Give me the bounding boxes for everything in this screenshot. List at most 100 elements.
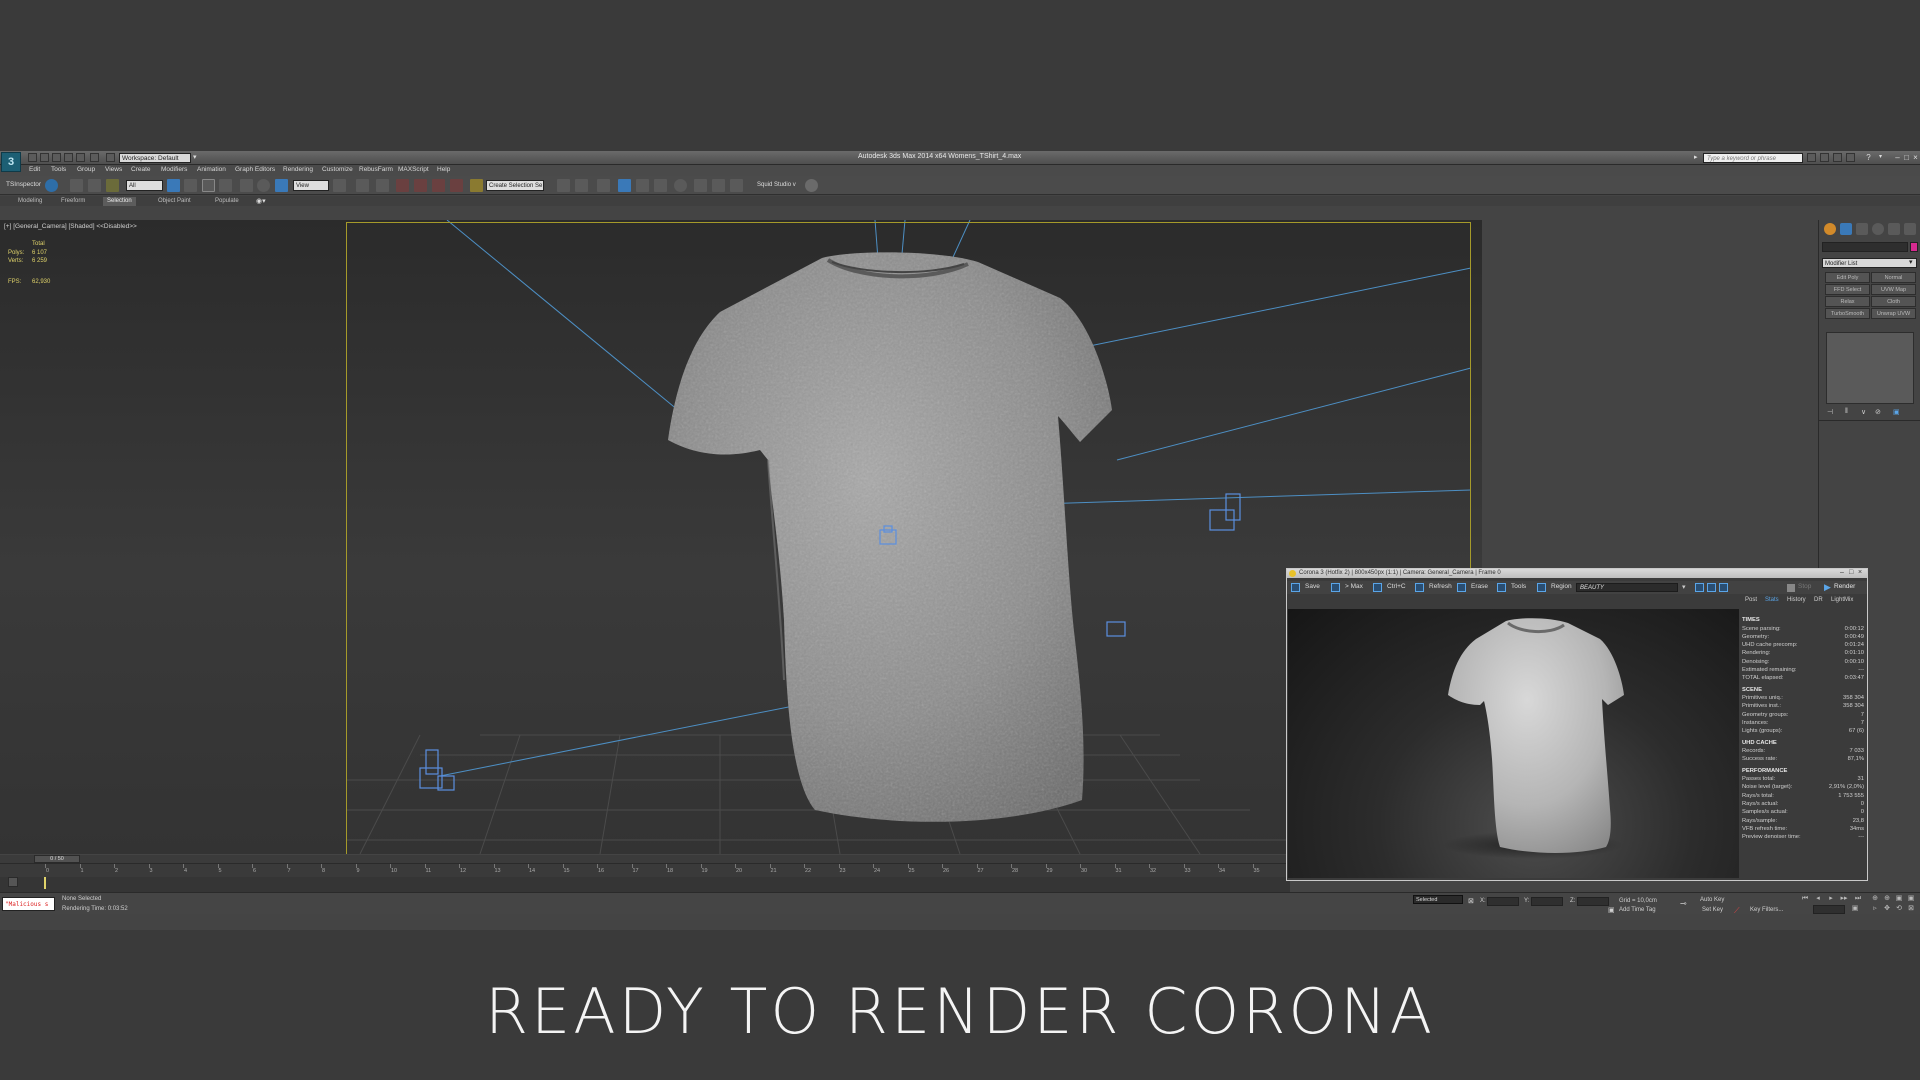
vfb-tab-stats[interactable]: Stats	[1765, 597, 1779, 603]
search-binoculars-icon[interactable]	[1807, 153, 1816, 162]
vfb-tab-dr[interactable]: DR	[1814, 597, 1823, 603]
subscription-icon[interactable]	[1820, 153, 1829, 162]
new-scene-icon[interactable]	[28, 153, 37, 162]
material-editor-icon[interactable]	[674, 179, 687, 192]
modifier-normal-button[interactable]: Normal	[1871, 272, 1916, 283]
motion-tab-icon[interactable]	[1872, 223, 1884, 235]
key-mode-icon[interactable]: ⊸	[1680, 899, 1687, 908]
menu-rebusfarm[interactable]: RebusFarm	[359, 166, 393, 173]
x-coord-field[interactable]	[1487, 897, 1519, 906]
modifier-relax-button[interactable]: Relax	[1825, 296, 1870, 307]
selection-filter-dropdown[interactable]: All	[126, 180, 163, 191]
vfb-tools-icon[interactable]	[1497, 583, 1506, 592]
vfb-save-button[interactable]: Save	[1305, 583, 1320, 590]
menu-customize[interactable]: Customize	[322, 166, 353, 173]
bind-space-warp-icon[interactable]	[106, 179, 119, 192]
create-tab-icon[interactable]	[1824, 223, 1836, 235]
rectangle-selection-icon[interactable]	[202, 179, 215, 192]
modifier-unwrap-uvw-button[interactable]: Unwrap UVW	[1871, 308, 1916, 319]
app-logo-icon[interactable]: 3	[1, 152, 21, 172]
tsinspector-label[interactable]: TSInspector	[6, 181, 41, 188]
set-key-button[interactable]: Set Key	[1702, 907, 1723, 913]
render-production-icon[interactable]	[730, 179, 743, 192]
zoom-extents-all-icon[interactable]: ▣	[1906, 895, 1916, 903]
z-coord-field[interactable]	[1577, 897, 1609, 906]
set-keys-icon[interactable]: ⟋	[1734, 906, 1740, 916]
select-by-name-icon[interactable]	[184, 179, 197, 192]
minimize-icon[interactable]: –	[1893, 153, 1902, 162]
pan-icon[interactable]: ✥	[1882, 905, 1892, 913]
menu-animation[interactable]: Animation	[197, 166, 226, 173]
modify-tab-icon[interactable]	[1840, 223, 1852, 235]
schematic-view-icon[interactable]	[654, 179, 667, 192]
ribbon-tab-freeform[interactable]: Freeform	[57, 197, 89, 206]
time-slider-thumb[interactable]: 0 / 50	[34, 855, 80, 863]
next-frame-icon[interactable]: ▸▸	[1839, 895, 1849, 903]
vfb-save-icon[interactable]	[1291, 583, 1300, 592]
rendered-frame-window-icon[interactable]	[712, 179, 725, 192]
ribbon-tab-populate[interactable]: Populate	[211, 197, 243, 206]
render-pass-dropdown[interactable]: BEAUTY	[1576, 583, 1678, 592]
timeline-ruler[interactable]: 0 1 2 3 4 5 6 7 8 9 10 11 12 13 14 15 16 17 18 19 20 21 22 23 24…	[0, 863, 1290, 877]
vfb-region-button[interactable]: Region	[1551, 583, 1572, 590]
close-icon[interactable]: ×	[1911, 153, 1920, 162]
field-of-view-icon[interactable]: ▹	[1870, 905, 1880, 913]
modifier-edit-poly-button[interactable]: Edit Poly	[1825, 272, 1870, 283]
vfb-tools-button[interactable]: Tools	[1511, 583, 1526, 590]
layer-manager-icon[interactable]	[597, 179, 610, 192]
angle-snap-icon[interactable]	[414, 179, 427, 192]
key-filters-button[interactable]: Key Filters...	[1750, 907, 1783, 913]
vfb-zoom-in-icon[interactable]	[1695, 583, 1704, 592]
squid-studio-icon[interactable]	[805, 179, 818, 192]
viewport-label-menu[interactable]: [+] [General_Camera] [Shaded] <<Disabled…	[4, 223, 137, 230]
vfb-title-bar[interactable]: Corona 3 (Hotfix 2) | 800x450px (1:1) | …	[1287, 569, 1867, 578]
help-icon[interactable]: ?	[1864, 153, 1873, 162]
graphite-toggle-icon[interactable]	[618, 179, 631, 192]
vfb-region-icon[interactable]	[1537, 583, 1546, 592]
camera-viewport[interactable]: [+] [General_Camera] [Shaded] <<Disabled…	[0, 220, 1482, 854]
utilities-tab-icon[interactable]	[1904, 223, 1916, 235]
save-file-icon[interactable]	[52, 153, 61, 162]
vfb-stop-button[interactable]: Stop	[1798, 583, 1811, 590]
menu-graph-editors[interactable]: Graph Editors	[235, 166, 275, 173]
project-folder-icon[interactable]	[90, 153, 99, 162]
modifier-list-chevron-down-icon[interactable]: ▾	[1909, 258, 1913, 266]
menu-maxscript[interactable]: MAXScript	[398, 166, 429, 173]
track-bar-mini-curve-icon[interactable]	[8, 877, 18, 887]
edit-named-selection-icon[interactable]	[470, 179, 483, 192]
select-object-icon[interactable]	[167, 179, 180, 192]
goto-start-icon[interactable]: ⏮	[1800, 895, 1810, 903]
vfb-refresh-button[interactable]: Refresh	[1429, 583, 1452, 590]
ribbon-tab-selection[interactable]: Selection	[103, 197, 136, 206]
display-tab-icon[interactable]	[1888, 223, 1900, 235]
mirror-icon[interactable]	[557, 179, 570, 192]
menu-rendering[interactable]: Rendering	[283, 166, 313, 173]
remove-modifier-icon[interactable]: ⊘	[1875, 408, 1881, 416]
squid-studio-menu[interactable]: Squid Studio v	[757, 182, 796, 188]
vfb-copy-icon[interactable]	[1373, 583, 1382, 592]
object-color-swatch[interactable]	[1910, 242, 1918, 252]
spinner-snap-icon[interactable]	[450, 179, 463, 192]
maximize-icon[interactable]: □	[1902, 153, 1911, 162]
rotate-icon[interactable]	[257, 179, 270, 192]
vfb-tab-history[interactable]: History	[1787, 597, 1806, 603]
current-frame-field[interactable]	[1813, 905, 1845, 914]
time-slider[interactable]: 0 / 50	[0, 855, 1290, 863]
tsinspector-icon[interactable]	[45, 179, 58, 192]
track-bar[interactable]	[0, 877, 1290, 893]
time-tag-icon[interactable]: ▣	[1608, 906, 1615, 914]
maximize-viewport-icon[interactable]: ⊠	[1906, 905, 1916, 913]
undo-icon[interactable]	[64, 153, 73, 162]
menu-group[interactable]: Group	[77, 166, 95, 173]
menu-create[interactable]: Create	[131, 166, 151, 173]
modifier-uvw-map-button[interactable]: UVW Map	[1871, 284, 1916, 295]
absolute-mode-icon[interactable]: ⊠	[1468, 897, 1474, 905]
goto-end-icon[interactable]: ⏭	[1853, 895, 1863, 903]
snaps-toggle-icon[interactable]	[396, 179, 409, 192]
vfb-tab-lightmix[interactable]: LightMix	[1831, 597, 1853, 603]
select-link-icon[interactable]	[70, 179, 83, 192]
modifier-stack[interactable]	[1826, 332, 1914, 404]
ribbon-tab-object-paint[interactable]: Object Paint	[154, 197, 195, 206]
communication-center-icon[interactable]	[1833, 153, 1842, 162]
align-icon[interactable]	[575, 179, 588, 192]
